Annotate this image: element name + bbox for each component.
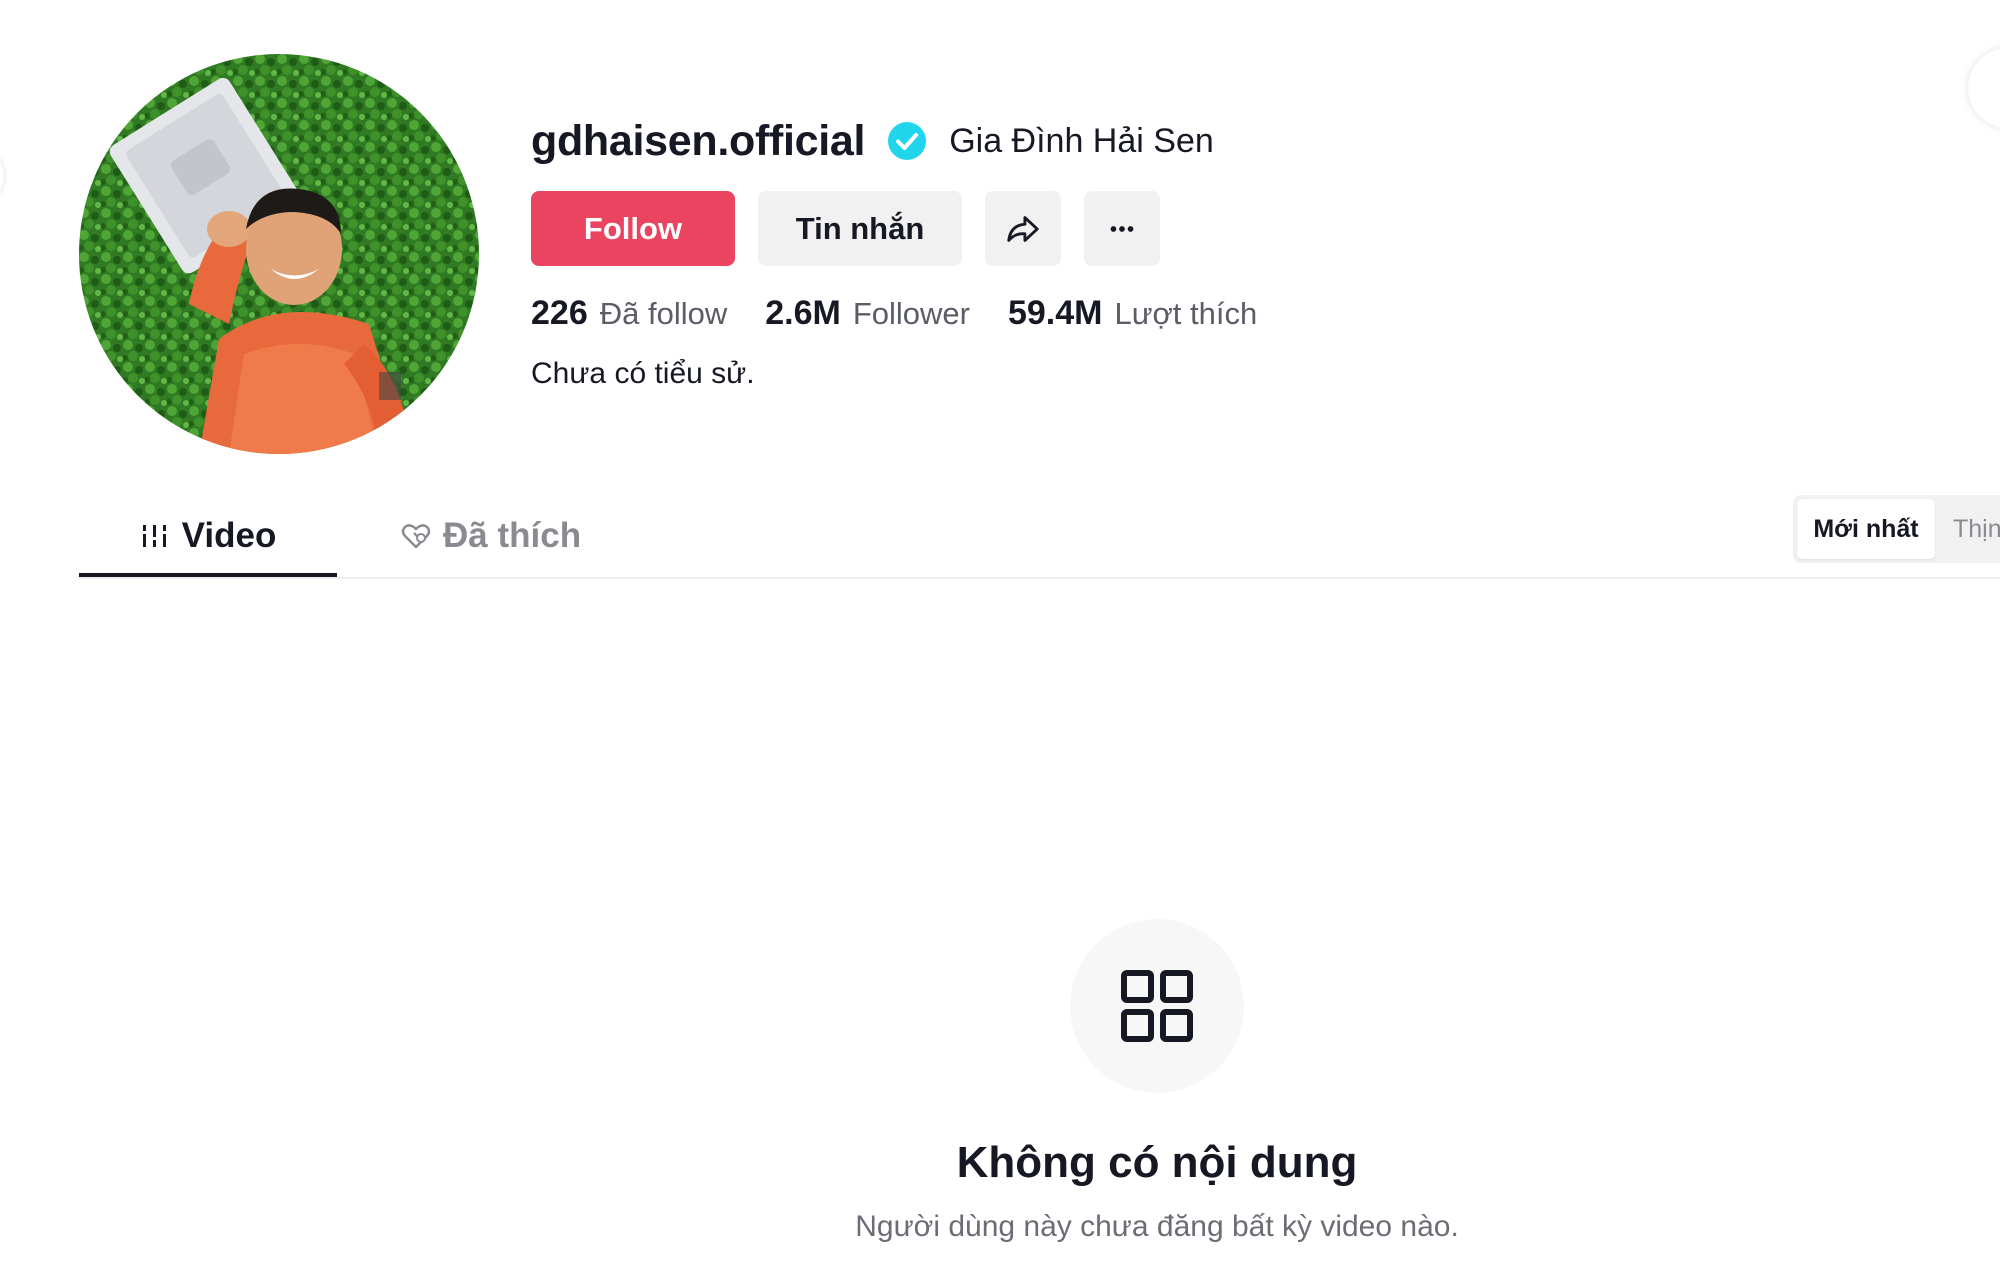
liked-heart-icon bbox=[401, 524, 431, 549]
title-row: gdhaisen.official Gia Đình Hải Sen bbox=[531, 110, 1214, 172]
message-button[interactable]: Tin nhắn bbox=[758, 191, 962, 266]
grid-lines-icon bbox=[142, 525, 166, 547]
display-name: Gia Đình Hải Sen bbox=[949, 122, 1214, 160]
empty-state-title: Không có nội dung bbox=[956, 1138, 1358, 1187]
tab-liked[interactable]: Đã thích bbox=[401, 495, 581, 577]
followers-label: Follower bbox=[852, 295, 970, 331]
action-buttons: Follow Tin nhắn bbox=[531, 191, 1160, 266]
likes-count: 59.4M bbox=[1007, 293, 1103, 332]
sort-toggle: Mới nhất Thịnh bbox=[1793, 495, 2000, 563]
likes-stat: 59.4M Lượt thích bbox=[1008, 294, 1257, 333]
active-tab-indicator bbox=[79, 573, 337, 577]
profile-page: gdhaisen.official Gia Đình Hải Sen Follo… bbox=[0, 0, 2000, 1271]
profile-tabs: Video Đã thích bbox=[79, 495, 2000, 579]
sort-popular-button[interactable]: Thịnh bbox=[1953, 499, 2000, 559]
likes-label: Lượt thích bbox=[1114, 295, 1258, 331]
following-stat[interactable]: 226 Đã follow bbox=[531, 294, 727, 333]
followers-count: 2.6M bbox=[765, 293, 841, 332]
followers-stat[interactable]: 2.6M Follower bbox=[765, 294, 970, 333]
bio: Chưa có tiểu sử. bbox=[531, 357, 755, 390]
sort-newest-button[interactable]: Mới nhất bbox=[1797, 499, 1935, 559]
empty-state-description: Người dùng này chưa đăng bất kỳ video nà… bbox=[855, 1210, 1459, 1243]
share-button[interactable] bbox=[985, 191, 1061, 266]
avatar[interactable] bbox=[79, 54, 479, 454]
left-edge-button[interactable] bbox=[0, 150, 4, 202]
right-edge-button[interactable] bbox=[1968, 48, 2000, 128]
follow-button[interactable]: Follow bbox=[531, 191, 735, 266]
empty-state-icon-wrapper bbox=[1070, 919, 1244, 1093]
tab-video-label: Video bbox=[181, 516, 277, 555]
stats-row: 226 Đã follow 2.6M Follower 59.4M Lượt t… bbox=[531, 290, 1295, 336]
username: gdhaisen.official bbox=[531, 116, 866, 165]
following-count: 226 bbox=[531, 293, 588, 332]
tab-video[interactable]: Video bbox=[79, 495, 337, 577]
following-label: Đã follow bbox=[599, 295, 728, 331]
share-icon bbox=[1007, 215, 1039, 242]
verified-badge-icon bbox=[887, 121, 927, 161]
tab-liked-label: Đã thích bbox=[443, 516, 582, 555]
grid-icon bbox=[1121, 970, 1193, 1042]
more-button[interactable] bbox=[1084, 191, 1160, 266]
more-icon bbox=[1110, 225, 1134, 232]
